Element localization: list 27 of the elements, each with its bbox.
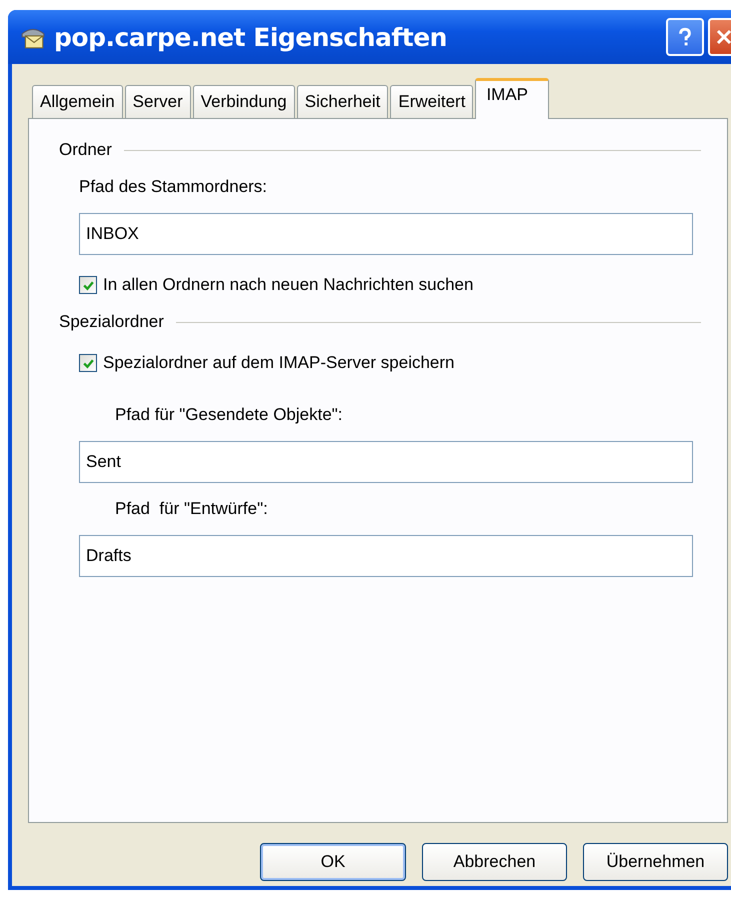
checkbox[interactable] bbox=[79, 354, 97, 372]
tab[interactable]: IMAP bbox=[475, 78, 550, 119]
help-button[interactable] bbox=[666, 18, 704, 56]
check-icon bbox=[82, 356, 94, 370]
check-icon bbox=[82, 278, 94, 292]
tab[interactable]: Sicherheit bbox=[296, 85, 388, 118]
field-label: Pfad für "Gesendete Objekte": bbox=[115, 405, 344, 425]
field-label: Pfad für "Entwürfe": bbox=[115, 499, 269, 519]
checkbox-label: In allen Ordnern nach neuen Nachrichten suchen bbox=[103, 275, 474, 295]
checkbox[interactable] bbox=[79, 276, 97, 294]
dialog-button[interactable]: Übernehmen bbox=[583, 843, 728, 881]
window-title: pop.carpe.net Eigenschaften bbox=[54, 22, 448, 52]
tab[interactable]: Verbindung bbox=[192, 85, 295, 118]
tab[interactable]: Erweitert bbox=[390, 85, 474, 118]
field-label: Pfad des Stammordners: bbox=[79, 177, 268, 197]
close-icon bbox=[714, 27, 731, 47]
close-button[interactable] bbox=[708, 18, 731, 56]
tab[interactable]: Server bbox=[124, 85, 191, 118]
group-title: Ordner bbox=[59, 140, 112, 160]
group-title: Spezialordner bbox=[59, 312, 164, 332]
tab[interactable]: Allgemein bbox=[32, 85, 123, 118]
input-field[interactable]: Sent bbox=[79, 441, 693, 483]
input-field[interactable]: Drafts bbox=[79, 535, 693, 577]
dialog-button[interactable]: Abbrechen bbox=[422, 843, 567, 881]
dialog-button[interactable]: OK bbox=[260, 843, 406, 881]
checkbox-label: Spezialordner auf dem IMAP-Server speichern bbox=[103, 353, 454, 373]
input-field[interactable]: INBOX bbox=[79, 213, 693, 255]
